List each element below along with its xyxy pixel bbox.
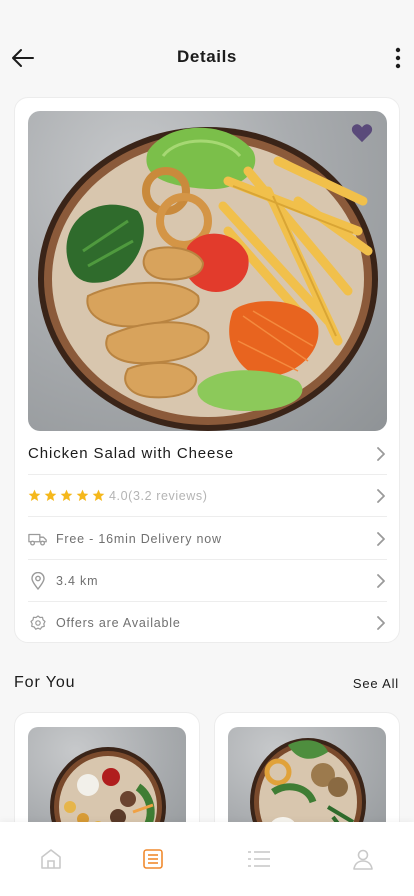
list-icon xyxy=(248,851,270,867)
menu-list-icon xyxy=(143,849,163,869)
more-options-button[interactable] xyxy=(392,45,404,71)
star-icon xyxy=(28,489,41,502)
page-title: Details xyxy=(177,47,237,66)
delivery-text: Free - 16min Delivery now xyxy=(56,531,222,546)
rating-stars xyxy=(28,489,108,502)
heart-icon xyxy=(351,124,373,143)
favorite-button[interactable] xyxy=(349,121,375,145)
nav-home[interactable] xyxy=(38,847,64,871)
product-name: Chicken Salad with Cheese xyxy=(28,445,234,462)
star-icon xyxy=(44,489,57,502)
offers-row[interactable]: Offers are Available xyxy=(28,602,387,644)
star-icon xyxy=(60,489,73,502)
delivery-row[interactable]: Free - 16min Delivery now xyxy=(28,518,387,560)
chevron-right-icon xyxy=(377,532,385,546)
nav-menu[interactable] xyxy=(140,847,166,871)
product-name-row[interactable]: Chicken Salad with Cheese xyxy=(28,433,387,475)
profile-icon xyxy=(353,849,373,870)
chevron-right-icon xyxy=(377,574,385,588)
nav-list[interactable] xyxy=(246,847,272,871)
rating-row[interactable]: 4.0(3.2 reviews) xyxy=(28,475,387,517)
nav-profile[interactable] xyxy=(350,847,376,871)
rating-text: 4.0(3.2 reviews) xyxy=(109,488,208,503)
app-header: Details xyxy=(0,0,414,100)
star-icon xyxy=(76,489,89,502)
chevron-right-icon xyxy=(377,489,385,503)
more-vertical-icon xyxy=(395,47,401,69)
distance-row[interactable]: 3.4 km xyxy=(28,560,387,602)
chevron-right-icon xyxy=(377,447,385,461)
star-icon xyxy=(92,489,105,502)
offers-text: Offers are Available xyxy=(56,616,181,630)
chevron-right-icon xyxy=(377,616,385,630)
product-card: Chicken Salad with Cheese 4.0(3.2 review… xyxy=(14,97,400,643)
home-icon xyxy=(41,849,61,869)
offer-badge-icon xyxy=(28,613,48,633)
delivery-truck-icon xyxy=(28,529,48,549)
location-pin-icon xyxy=(28,571,48,591)
product-image xyxy=(28,111,387,431)
see-all-link[interactable]: See All xyxy=(353,676,399,691)
bottom-navigation xyxy=(0,822,414,896)
section-title-for-you: For You xyxy=(14,674,76,691)
distance-text: 3.4 km xyxy=(56,573,99,588)
